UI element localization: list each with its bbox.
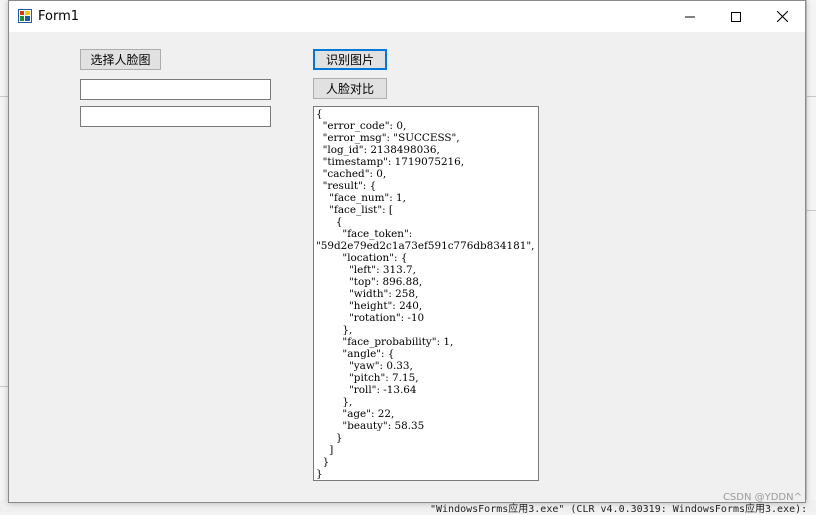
image-path-input-2[interactable] — [80, 106, 271, 127]
minimize-button[interactable] — [667, 1, 713, 32]
form-client-area: 选择人脸图 识别图片 人脸对比 { "error_code": 0, "erro… — [9, 32, 805, 502]
window-title: Form1 — [38, 9, 80, 24]
form-window: Form1 选择人脸图 识别图片 人脸对比 { "error_code": 0,… — [8, 0, 806, 503]
recognize-image-button[interactable]: 识别图片 — [313, 49, 387, 70]
minimize-icon — [685, 16, 695, 17]
watermark: CSDN @YDDN^ — [722, 492, 802, 503]
ide-divider — [806, 210, 816, 211]
maximize-icon — [731, 11, 741, 22]
result-textbox[interactable]: { "error_code": 0, "error_msg": "SUCCESS… — [313, 106, 539, 481]
result-json-text: { "error_code": 0, "error_msg": "SUCCESS… — [316, 108, 535, 480]
close-icon — [776, 11, 788, 22]
select-face-image-button[interactable]: 选择人脸图 — [80, 49, 161, 70]
image-path-input-1[interactable] — [80, 79, 271, 100]
ide-divider — [806, 96, 816, 97]
ide-right-edge — [806, 0, 816, 512]
app-icon — [18, 9, 32, 23]
maximize-button[interactable] — [713, 1, 759, 32]
title-bar[interactable]: Form1 — [9, 1, 805, 32]
face-compare-button[interactable]: 人脸对比 — [313, 78, 387, 99]
close-button[interactable] — [759, 1, 805, 32]
